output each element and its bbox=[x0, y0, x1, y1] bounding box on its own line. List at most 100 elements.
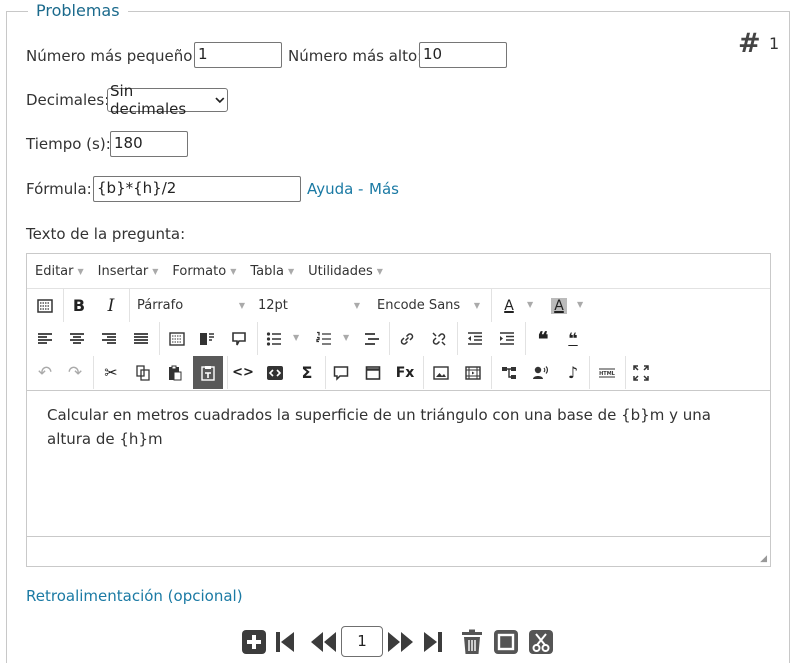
speech-bubble-icon[interactable] bbox=[327, 356, 355, 389]
caret-icon[interactable]: ▼ bbox=[527, 300, 533, 309]
bullet-list-icon[interactable] bbox=[261, 322, 287, 355]
page-number-input[interactable]: 1 bbox=[341, 626, 383, 657]
copy-question-icon[interactable] bbox=[492, 626, 520, 658]
indent-icon[interactable] bbox=[493, 322, 521, 355]
cut-icon[interactable]: ✂ bbox=[97, 356, 125, 389]
formula-input[interactable]: {b}*{h}/2 bbox=[93, 176, 301, 202]
align-right-icon[interactable] bbox=[95, 322, 123, 355]
menu-table-label: Tabla bbox=[250, 263, 284, 279]
background-color-button[interactable]: A bbox=[549, 289, 569, 322]
block-format-value: Párrafo bbox=[137, 298, 184, 313]
feedback-link[interactable]: Retroalimentación (opcional) bbox=[26, 587, 243, 605]
align-left-icon[interactable] bbox=[31, 322, 59, 355]
menu-table[interactable]: Tabla ▼ bbox=[250, 264, 294, 279]
toolbar-row-3: ↶ ↷ ✂ <> Σ Fx ♪ HTML bbox=[27, 356, 770, 390]
add-icon[interactable] bbox=[240, 626, 268, 658]
last-page-icon[interactable] bbox=[420, 626, 446, 658]
function-icon[interactable]: Fx bbox=[391, 356, 419, 389]
first-page-icon[interactable] bbox=[272, 626, 298, 658]
question-text-label: Texto de la pregunta: bbox=[26, 225, 186, 243]
fieldset-legend: Problemas bbox=[28, 1, 128, 20]
font-family-dropdown[interactable]: Encode Sans ▼ bbox=[377, 289, 480, 322]
more-link[interactable]: Más bbox=[369, 180, 399, 198]
audio-person-icon[interactable] bbox=[527, 356, 555, 389]
menu-edit[interactable]: Editar ▼ bbox=[35, 264, 84, 279]
blockquote-icon[interactable]: ❝ bbox=[529, 322, 557, 355]
fullscreen-icon[interactable] bbox=[627, 356, 655, 389]
editor-content-area[interactable]: Calcular en metros cuadrados la superfic… bbox=[27, 390, 770, 536]
menu-utilities-label: Utilidades bbox=[308, 263, 373, 279]
toolbar-row-1: B I Párrafo ▼ 12pt ▼ Encode Sans ▼ A ▼ A… bbox=[27, 288, 770, 322]
window-icon[interactable] bbox=[359, 356, 387, 389]
align-justify-icon[interactable] bbox=[127, 322, 155, 355]
indent-list-icon[interactable] bbox=[359, 322, 385, 355]
sigma-icon[interactable]: Σ bbox=[293, 356, 321, 389]
menu-edit-label: Editar bbox=[35, 263, 74, 279]
template-icon[interactable] bbox=[163, 322, 191, 355]
font-family-value: Encode Sans bbox=[377, 298, 461, 313]
toolbar-separator bbox=[227, 356, 228, 389]
redo-icon[interactable]: ↷ bbox=[61, 356, 89, 389]
toolbar-separator bbox=[491, 289, 492, 322]
toolbar-separator bbox=[423, 356, 424, 389]
citation-icon[interactable]: ❝ bbox=[559, 322, 587, 355]
time-input[interactable]: 180 bbox=[110, 131, 188, 157]
editor-menubar: Editar ▼ Insertar ▼ Formato ▼ Tabla ▼ Utilid… bbox=[27, 254, 770, 288]
resize-handle-icon[interactable]: ◢ bbox=[760, 554, 767, 564]
menu-format-label: Formato bbox=[172, 263, 227, 279]
font-size-value: 12pt bbox=[258, 298, 288, 313]
cut-question-icon[interactable] bbox=[526, 626, 556, 658]
trash-icon[interactable] bbox=[458, 626, 486, 658]
max-number-input[interactable]: 10 bbox=[419, 42, 507, 68]
menu-utilities[interactable]: Utilidades ▼ bbox=[308, 264, 383, 279]
caret-icon: ▼ bbox=[353, 301, 360, 310]
paste-text-icon[interactable] bbox=[193, 356, 223, 389]
font-size-dropdown[interactable]: 12pt ▼ bbox=[258, 289, 360, 322]
undo-icon[interactable]: ↶ bbox=[31, 356, 59, 389]
code-block-icon[interactable] bbox=[261, 356, 289, 389]
image-icon[interactable] bbox=[427, 356, 455, 389]
numbered-list-icon[interactable] bbox=[311, 322, 337, 355]
caret-icon[interactable]: ▼ bbox=[343, 333, 349, 342]
link-icon[interactable] bbox=[393, 322, 421, 355]
decimals-select[interactable]: Sin decimales bbox=[107, 82, 228, 118]
align-center-icon[interactable] bbox=[63, 322, 91, 355]
paste-icon[interactable] bbox=[161, 356, 189, 389]
help-link[interactable]: Ayuda bbox=[307, 180, 353, 198]
caret-icon: ▼ bbox=[287, 266, 295, 276]
caret-icon: ▼ bbox=[230, 266, 237, 276]
caret-icon: ▼ bbox=[376, 266, 383, 276]
min-number-input[interactable]: 1 bbox=[194, 42, 282, 68]
next-page-icon[interactable] bbox=[386, 626, 416, 658]
comment-icon[interactable] bbox=[225, 322, 253, 355]
item-number: 1 bbox=[769, 34, 780, 53]
sitemap-icon[interactable] bbox=[495, 356, 523, 389]
unlink-icon[interactable] bbox=[425, 322, 453, 355]
paste-format-icon[interactable] bbox=[193, 322, 221, 355]
music-note-icon[interactable]: ♪ bbox=[559, 356, 587, 389]
caret-icon[interactable]: ▼ bbox=[577, 300, 583, 309]
menu-insert[interactable]: Insertar ▼ bbox=[98, 264, 159, 279]
video-icon[interactable] bbox=[459, 356, 487, 389]
code-icon[interactable]: <> bbox=[229, 356, 257, 389]
html-icon[interactable]: HTML bbox=[593, 356, 621, 389]
caret-icon[interactable]: ▼ bbox=[293, 333, 299, 342]
bold-button[interactable]: B bbox=[65, 289, 93, 322]
formula-label: Fórmula: bbox=[26, 180, 92, 198]
caret-icon: ▼ bbox=[473, 301, 480, 310]
text-color-button[interactable]: A bbox=[499, 289, 519, 322]
block-format-dropdown[interactable]: Párrafo ▼ bbox=[137, 289, 245, 322]
chevron-down-icon bbox=[215, 97, 225, 104]
editor-statusbar: ◢ bbox=[27, 536, 770, 566]
svg-text:HTML: HTML bbox=[599, 371, 616, 377]
min-number-label: Número más pequeño: bbox=[26, 47, 198, 65]
outdent-icon[interactable] bbox=[461, 322, 489, 355]
copy-icon[interactable] bbox=[129, 356, 157, 389]
menu-format[interactable]: Formato ▼ bbox=[172, 264, 236, 279]
toolbar-row-2: ▼ ▼ ❝ ❝ bbox=[27, 322, 770, 356]
toolbar-separator bbox=[63, 289, 64, 322]
previous-page-icon[interactable] bbox=[308, 626, 338, 658]
caret-icon: ▼ bbox=[152, 266, 159, 276]
italic-button[interactable]: I bbox=[97, 289, 125, 322]
keyboard-icon[interactable] bbox=[31, 289, 59, 322]
